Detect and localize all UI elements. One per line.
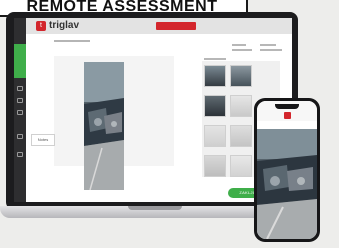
list-icon[interactable]: [17, 110, 23, 115]
info-label: [232, 44, 246, 46]
top-status-button[interactable]: [156, 22, 196, 30]
phone-car-photo[interactable]: [257, 129, 317, 239]
chat-icon[interactable]: [17, 152, 23, 157]
brand-logo-icon: t: [36, 21, 46, 31]
sidebar: [14, 18, 26, 202]
gallery-thumbnail[interactable]: [204, 155, 226, 177]
gallery-thumbnail[interactable]: [204, 125, 226, 147]
pen-icon[interactable]: [17, 134, 23, 139]
brand-logo-icon: [284, 112, 291, 119]
car-photo-graphic: [257, 129, 317, 239]
gallery-thumbnail[interactable]: [230, 65, 252, 87]
phone-screen: [257, 101, 317, 239]
image-icon[interactable]: [17, 98, 23, 103]
smartphone: [254, 98, 320, 242]
gallery-title: [204, 58, 226, 60]
sidebar-active-item[interactable]: [14, 44, 26, 78]
info-label: [260, 44, 276, 46]
gallery-thumbnail[interactable]: [230, 95, 252, 117]
notes-tooltip: Notes: [31, 134, 55, 146]
brand-name: triglav: [49, 20, 80, 31]
laptop-screen: t triglav Notes ZAKLJUČI: [14, 18, 292, 202]
gallery-thumbnail[interactable]: [230, 155, 252, 177]
top-bar: t triglav: [26, 18, 292, 34]
gallery-thumbnail[interactable]: [204, 65, 226, 87]
panel-title: [54, 40, 90, 42]
info-value: [260, 49, 282, 51]
info-value: [232, 49, 252, 51]
phone-notch: [275, 104, 299, 109]
gallery-thumbnail[interactable]: [230, 125, 252, 147]
damaged-car-photo[interactable]: [84, 62, 124, 190]
gallery-thumbnail[interactable]: [204, 95, 226, 117]
laptop-notch: [128, 206, 182, 210]
home-icon[interactable]: [17, 86, 23, 91]
car-photo-graphic: [84, 62, 124, 190]
